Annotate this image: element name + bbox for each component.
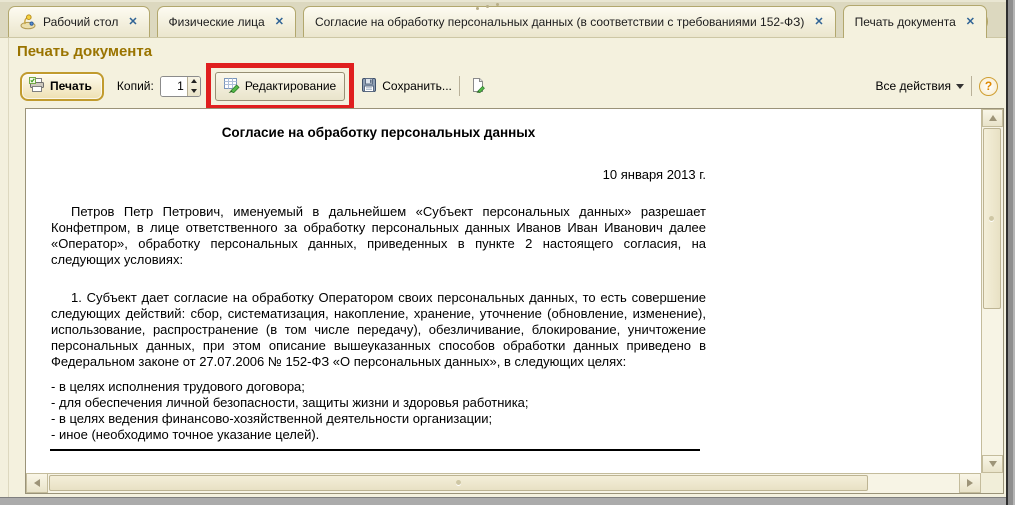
document-bullet: - в целях исполнения трудового договора; (51, 379, 706, 395)
tab-bar: Рабочий стол ✕ Физические лица ✕ Согласи… (0, 0, 1006, 38)
desktop-icon (20, 14, 36, 30)
tab-consent-form[interactable]: Согласие на обработку персональных данны… (303, 6, 836, 37)
scroll-up-button[interactable] (982, 109, 1003, 127)
edit-button[interactable]: Редактирование (215, 72, 345, 101)
window-bottom-border (0, 497, 1006, 505)
scroll-right-button[interactable] (959, 473, 981, 493)
document-date: 10 января 2013 г. (51, 167, 706, 182)
print-button-label: Печать (50, 79, 92, 93)
all-actions-label: Все действия (876, 79, 951, 93)
chevron-down-icon (956, 84, 964, 89)
close-icon[interactable]: ✕ (814, 17, 823, 28)
question-icon: ? (985, 79, 992, 93)
horizontal-scrollbar[interactable] (26, 473, 981, 493)
document-bullet: - иное (необходимо точное указание целей… (51, 427, 706, 443)
arrow-up-icon (989, 115, 997, 121)
vertical-scrollbar-thumb[interactable] (983, 128, 1001, 309)
toolbar: Печать Копий: (9, 63, 998, 109)
print-button[interactable]: Печать (20, 72, 104, 101)
save-button[interactable]: Сохранить... (361, 77, 452, 96)
document-edit-icon (470, 77, 486, 96)
scroll-down-button[interactable] (982, 455, 1003, 473)
document-bullet-list: - в целях исполнения трудового договора;… (51, 379, 706, 443)
page-title: Печать документа (17, 43, 152, 60)
annotation-highlight-box: Редактирование (206, 63, 354, 110)
copies-input[interactable] (161, 77, 187, 96)
document-title: Согласие на обработку персональных данны… (51, 125, 706, 140)
scrollbar-corner (981, 473, 1003, 493)
tab-label: Согласие на обработку персональных данны… (315, 15, 804, 29)
document-paragraph: 1. Субъект дает согласие на обработку Оп… (51, 290, 706, 370)
tab-label: Физические лица (169, 15, 265, 29)
save-icon (361, 77, 377, 96)
toolbar-separator (459, 76, 460, 96)
main-content: Печать документа Печать Копий: (9, 38, 1006, 497)
edit-button-label: Редактирование (245, 79, 336, 93)
close-icon[interactable]: ✕ (128, 17, 137, 28)
toolbar-right-group: Все действия ? (876, 76, 998, 96)
app-window: Рабочий стол ✕ Физические лица ✕ Согласи… (0, 0, 1015, 505)
spin-up-icon[interactable] (188, 77, 200, 87)
document-bullet: - в целях ведения финансово-хозяйственно… (51, 411, 706, 427)
document-page: Согласие на обработку персональных данны… (26, 109, 731, 451)
arrow-down-icon (989, 461, 997, 467)
document-signature-line (50, 449, 700, 451)
toolbar-separator (971, 76, 972, 96)
all-actions-button[interactable]: Все действия (876, 79, 964, 93)
document-viewport: Согласие на обработку персональных данны… (26, 109, 981, 473)
scroll-left-button[interactable] (26, 473, 48, 493)
horizontal-scrollbar-thumb[interactable] (49, 475, 868, 491)
tab-label: Печать документа (855, 15, 956, 29)
print-preview-widget: Согласие на обработку персональных данны… (25, 108, 1004, 494)
close-icon[interactable]: ✕ (275, 17, 284, 28)
tab-label: Рабочий стол (43, 15, 118, 29)
spin-down-icon[interactable] (188, 86, 200, 96)
printer-icon (29, 77, 45, 96)
window-grip-dots (476, 3, 502, 11)
window-left-border (8, 38, 9, 497)
tab-print-document[interactable]: Печать документа ✕ (843, 5, 987, 38)
close-icon[interactable]: ✕ (966, 17, 975, 28)
edit-table-icon (224, 77, 240, 96)
document-bullet: - для обеспечения личной безопасности, з… (51, 395, 706, 411)
copies-stepper[interactable] (160, 76, 201, 97)
save-button-label: Сохранить... (382, 79, 452, 93)
save-as-file-button[interactable] (467, 75, 489, 97)
copies-label: Копий: (117, 79, 154, 93)
arrow-left-icon (34, 479, 40, 487)
tab-individuals[interactable]: Физические лица ✕ (157, 6, 296, 37)
arrow-right-icon (967, 479, 973, 487)
help-button[interactable]: ? (979, 77, 998, 96)
window-right-border (1006, 0, 1015, 505)
vertical-scrollbar[interactable] (981, 109, 1003, 473)
document-paragraph: Петров Петр Петрович, именуемый в дальне… (51, 204, 706, 268)
tab-desktop[interactable]: Рабочий стол ✕ (8, 6, 150, 37)
